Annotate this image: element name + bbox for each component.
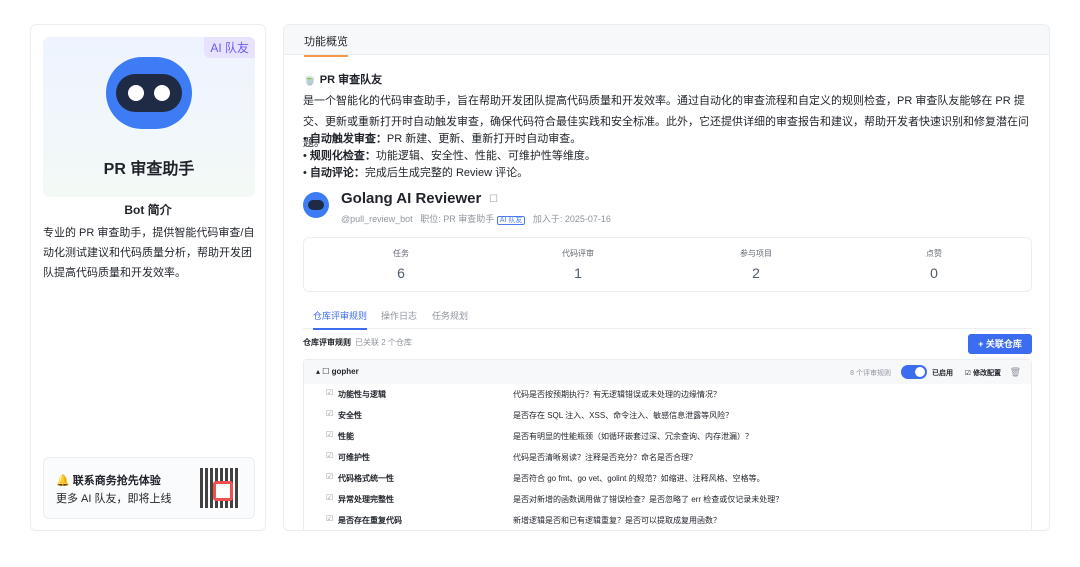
table-row: ☑ 异常处理完整性 是否对新增的函数调用做了错误检查？是否忽略了 err 检查或… (304, 489, 1031, 510)
contact-sales-card[interactable]: 🔔 联系商务抢先体验 更多 AI 队友，即将上线 (43, 457, 255, 519)
reviewer-name: Golang AI Reviewer (341, 190, 482, 207)
bot-hero: AI 队友 PR 审查助手 (43, 37, 255, 197)
list-item: 自动评论：完成后生成完整的 Review 评论。 (303, 165, 596, 182)
checklist-icon: ☑ (326, 451, 334, 460)
rules-count: 已关联 2 个仓库 (355, 338, 412, 347)
bot-name: PR 审查助手 (103, 161, 195, 178)
bot-profile-card: AI 队友 PR 审查助手 Bot 简介 专业的 PR 审查助手，提供智能代码审… (30, 24, 266, 531)
stat-label: 参与项目 (740, 249, 772, 258)
stat-tasks: 任务 6 (351, 248, 451, 281)
rule-desc: 新增逻辑是否和已有逻辑重复？是否可以提取成复用函数？ (513, 516, 721, 525)
tab-bar: 功能概览 (284, 25, 1049, 57)
repo-panel: ▴ ☐ gopher 8 个评审规则 已启用 ☑ 修改配置 🗑 ☑ 功能性与逻辑… (303, 359, 1032, 530)
edit-config-button[interactable]: ☑ 修改配置 (965, 368, 1001, 378)
rule-name: 性能 (338, 432, 354, 441)
list-item: 自动触发审查：PR 新建、更新、重新打开时自动审查。 (303, 131, 596, 148)
qr-code-icon (200, 468, 240, 508)
bot-intro-title: Bot 简介 (124, 203, 172, 217)
edit-icon[interactable]: ☐ (489, 194, 498, 205)
stat-label: 点赞 (926, 249, 942, 258)
bot-intro-text: 专业的 PR 审查助手，提供智能代码审查/自动化测试建议和代码质量分析，帮助开发… (43, 227, 255, 279)
tab-operation-log[interactable]: 操作日志 (381, 309, 417, 322)
bot-eye-icon (128, 85, 144, 101)
checklist-icon: ☑ (326, 472, 334, 481)
rule-name: 代码格式统一性 (338, 474, 394, 483)
reviewer-avatar (303, 192, 329, 218)
feature-text: 完成后生成完整的 Review 评论。 (364, 167, 529, 179)
contact-title: 🔔 联系商务抢先体验 (56, 475, 161, 487)
rule-name: 异常处理完整性 (338, 495, 394, 504)
stats-panel: 任务 6 代码评审 1 参与项目 2 点赞 0 (303, 237, 1032, 292)
rule-desc: 代码是否按预期执行？有无逻辑错误或未处理的边缘情况？ (513, 390, 721, 399)
bot-eye-icon (154, 85, 170, 101)
stat-value: 1 (574, 265, 582, 281)
stat-code-review: 代码评审 1 (528, 248, 628, 281)
tab-task-plan[interactable]: 任务规划 (432, 309, 468, 322)
stat-value: 0 (930, 265, 938, 281)
repo-name[interactable]: ▴ ☐ gopher (316, 367, 359, 376)
reviewer-joined: 加入于: 2025-07-16 (532, 214, 611, 224)
table-row: ☑ 代码格式统一性 是否符合 go fmt、go vet、golint 的规范？… (304, 468, 1031, 489)
reviewer-meta: @pull_review_bot 职位: PR 审查助手 AI 队友 加入于: … (341, 212, 611, 225)
table-row: ☑ 安全性 是否存在 SQL 注入、XSS、命令注入、敏感信息泄露等风险？ (304, 405, 1031, 426)
feature-label: 自动评论： (309, 167, 365, 179)
tab-repo-rules[interactable]: 仓库评审规则 (313, 309, 368, 330)
rule-desc: 代码是否清晰易读？注释是否充分？命名是否合理？ (513, 453, 697, 462)
stat-label: 任务 (393, 249, 409, 258)
tab-overview[interactable]: 功能概览 (304, 33, 348, 57)
enable-toggle[interactable] (901, 365, 927, 379)
reviewer-handle: @pull_review_bot (341, 214, 413, 224)
enabled-label: 已启用 (932, 370, 953, 377)
rules-title: 仓库评审规则 (303, 338, 351, 347)
rule-desc: 是否存在 SQL 注入、XSS、命令注入、敏感信息泄露等风险？ (513, 411, 734, 420)
checklist-icon: ☑ (326, 514, 334, 523)
rules-header: 仓库评审规则 已关联 2 个仓库 (303, 337, 412, 348)
reviewer-badge: AI 队友 (496, 216, 526, 225)
table-row: ☑ 是否存在重复代码 新增逻辑是否和已有逻辑重复？是否可以提取成复用函数？ (304, 510, 1031, 530)
rule-name: 是否存在重复代码 (338, 516, 402, 525)
feature-label: 自动触发审查： (309, 133, 387, 145)
bot-avatar (106, 57, 192, 129)
section-title: 🍵 PR 审查队友 (303, 74, 383, 86)
rule-desc: 是否有明显的性能瓶颈（如循环嵌套过深、冗余查询、内存泄漏）？ (513, 432, 753, 441)
stat-projects: 参与项目 2 (706, 248, 806, 281)
rule-desc: 是否对新增的函数调用做了错误检查？是否忽略了 err 检查或仅记录未处理？ (513, 495, 784, 504)
rule-desc: 是否符合 go fmt、go vet、golint 的规范？如缩进、注释风格、空… (513, 474, 765, 483)
reviewer-role: 职位: PR 审查助手 (420, 214, 495, 224)
feature-text: 功能逻辑、安全性、性能、可维护性等维度。 (375, 150, 596, 162)
repo-header[interactable]: ▴ ☐ gopher 8 个评审规则 已启用 ☑ 修改配置 🗑 (304, 360, 1031, 384)
rule-name: 可维护性 (338, 453, 370, 462)
link-repo-button[interactable]: + 关联仓库 (968, 334, 1032, 354)
checklist-icon: ☑ (326, 388, 334, 397)
sub-tab-bar: 仓库评审规则 操作日志 任务规划 (303, 305, 1032, 330)
table-row: ☑ 性能 是否有明显的性能瓶颈（如循环嵌套过深、冗余查询、内存泄漏）？ (304, 426, 1031, 447)
repo-rule-count: 8 个评审规则 (850, 370, 891, 377)
checklist-icon: ☑ (326, 430, 334, 439)
main-panel: 功能概览 🍵 PR 审查队友 是一个智能化的代码审查助手，旨在帮助开发团队提高代… (283, 24, 1050, 531)
stat-label: 代码评审 (562, 249, 594, 258)
stat-value: 2 (752, 265, 760, 281)
rule-name: 安全性 (338, 411, 362, 420)
feature-text: PR 新建、更新、重新打开时自动审查。 (386, 133, 582, 145)
contact-subtitle: 更多 AI 队友，即将上线 (56, 493, 172, 505)
stat-likes: 点赞 0 (884, 248, 984, 281)
checklist-icon: ☑ (326, 409, 334, 418)
table-row: ☑ 功能性与逻辑 代码是否按预期执行？有无逻辑错误或未处理的边缘情况？ (304, 384, 1031, 405)
feature-label: 规则化检查： (309, 150, 376, 162)
checklist-icon: ☑ (326, 493, 334, 502)
rule-name: 功能性与逻辑 (338, 390, 386, 399)
list-item: 规则化检查：功能逻辑、安全性、性能、可维护性等维度。 (303, 148, 596, 165)
trash-icon[interactable]: 🗑 (1010, 367, 1021, 378)
stat-value: 6 (397, 265, 405, 281)
ai-teammate-badge: AI 队友 (204, 37, 255, 58)
bot-face-icon (116, 74, 182, 112)
feature-list: 自动触发审查：PR 新建、更新、重新打开时自动审查。 规则化检查：功能逻辑、安全… (303, 131, 596, 182)
table-row: ☑ 可维护性 代码是否清晰易读？注释是否充分？命名是否合理？ (304, 447, 1031, 468)
